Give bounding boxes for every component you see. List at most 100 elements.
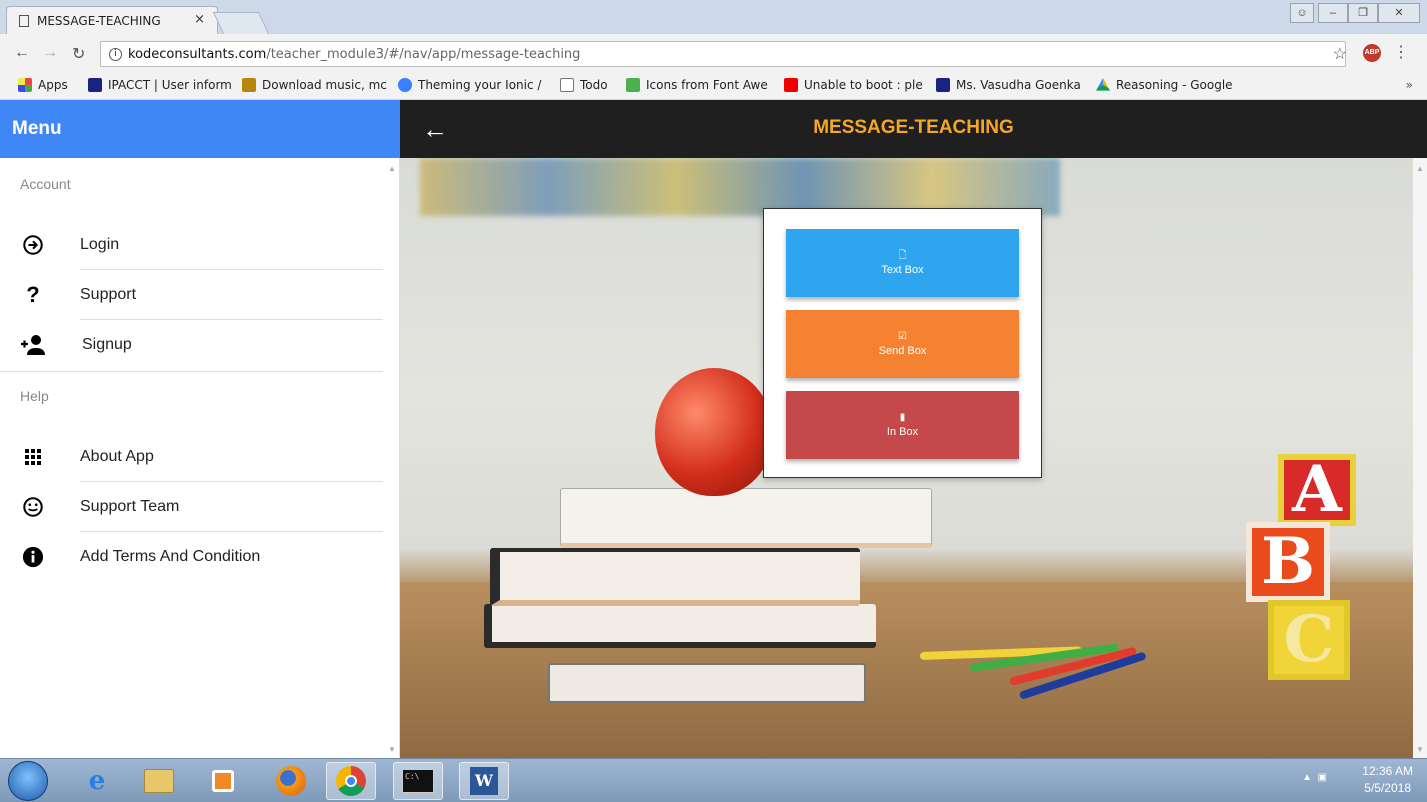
- scroll-up-icon[interactable]: ▲: [388, 164, 396, 173]
- bookmark-theming-ionic[interactable]: Theming your Ionic /: [398, 78, 541, 92]
- send-box-button[interactable]: ☑ Send Box: [786, 310, 1019, 378]
- block-a: A: [1278, 454, 1356, 526]
- book-top: [560, 488, 932, 548]
- browser-tabbar: MESSAGE-TEACHING × ☺ – ❐ ✕: [0, 0, 1427, 34]
- media-player-icon[interactable]: [198, 762, 248, 800]
- app-header: ← MESSAGE-TEACHING: [400, 100, 1427, 158]
- forward-arrow-icon[interactable]: →: [42, 44, 58, 62]
- back-arrow-icon[interactable]: ←: [14, 44, 30, 62]
- ionic-icon: [398, 78, 412, 92]
- scroll-up-icon[interactable]: ▲: [1416, 164, 1424, 173]
- bookmark-reasoning[interactable]: Reasoning - Google: [1096, 78, 1233, 92]
- menu-item-label: Signup: [82, 336, 132, 353]
- book-middle: [490, 548, 860, 606]
- menu-item-label: Support Team: [80, 498, 180, 515]
- in-box-button[interactable]: ▮ In Box: [786, 391, 1019, 459]
- section-help-label: Help: [20, 388, 49, 404]
- file-explorer-icon[interactable]: [134, 762, 184, 800]
- info-icon: [20, 544, 46, 570]
- user-icon[interactable]: ☺: [1290, 3, 1314, 23]
- button-label: Send Box: [878, 345, 927, 357]
- minimize-button[interactable]: –: [1318, 3, 1348, 23]
- more-bookmarks-icon[interactable]: »: [1406, 78, 1413, 92]
- word-icon[interactable]: W: [459, 762, 509, 800]
- tab-title: MESSAGE-TEACHING: [37, 13, 161, 28]
- star-icon[interactable]: ☆: [1333, 44, 1347, 64]
- menu-item-support-team[interactable]: Support Team: [0, 482, 383, 532]
- bookmark-font-awesome[interactable]: Icons from Font Awe: [626, 78, 768, 92]
- divider: [0, 371, 383, 372]
- menu-item-terms[interactable]: Add Terms And Condition: [0, 532, 383, 582]
- url-domain: kodeconsultants.com: [128, 46, 267, 62]
- address-bar-row: ← → ↻ i kodeconsultants.com /teacher_mod…: [0, 34, 1427, 72]
- page-icon: [19, 14, 29, 27]
- internet-explorer-icon[interactable]: e: [72, 762, 122, 800]
- adblock-icon[interactable]: ABP: [1363, 44, 1381, 62]
- section-account-label: Account: [20, 176, 71, 192]
- menu-kebab-icon[interactable]: ⋮: [1393, 42, 1409, 62]
- browser-tab[interactable]: MESSAGE-TEACHING ×: [6, 6, 218, 34]
- block-b: B: [1246, 522, 1330, 602]
- login-icon: [20, 232, 46, 258]
- checkbox-icon: ☑: [898, 331, 907, 342]
- menu-header: Menu: [0, 100, 400, 158]
- system-clock[interactable]: 12:36 AM 5/5/2018: [1362, 763, 1413, 797]
- menu-item-label: Login: [80, 236, 120, 253]
- menu-item-signup[interactable]: Signup: [0, 320, 383, 370]
- book-bottom: [548, 663, 866, 703]
- new-tab-button[interactable]: [212, 12, 270, 34]
- reload-icon[interactable]: ↻: [72, 44, 85, 64]
- close-window-button[interactable]: ✕: [1378, 3, 1420, 23]
- menu-item-label: About App: [80, 448, 154, 465]
- close-tab-icon[interactable]: ×: [194, 12, 205, 27]
- menu-item-support[interactable]: ? Support: [0, 270, 383, 320]
- page-icon: [560, 78, 574, 92]
- smile-icon: [20, 494, 46, 520]
- firefox-icon[interactable]: [266, 762, 316, 800]
- bookmark-todo[interactable]: Todo: [560, 78, 608, 92]
- apps-grid-icon: [18, 78, 32, 92]
- block-c: C: [1268, 600, 1350, 680]
- windows-start-button[interactable]: [8, 761, 48, 801]
- apple: [655, 368, 773, 496]
- bookmark-ipacct[interactable]: IPACCT | User inform: [88, 78, 232, 92]
- windows-taskbar: e C:\ W ▲ ▣ 12:36 AM 5/5/2018: [0, 758, 1427, 802]
- info-icon[interactable]: i: [109, 47, 122, 61]
- chrome-icon[interactable]: [326, 762, 376, 800]
- scroll-down-icon[interactable]: ▼: [388, 745, 396, 754]
- menu-item-about-app[interactable]: About App: [0, 432, 383, 482]
- bookmark-download-music[interactable]: Download music, mc: [242, 78, 387, 92]
- sidebar-scrollbar[interactable]: ▲ ▼: [385, 158, 399, 758]
- document-icon: 🗋: [898, 250, 907, 261]
- button-label: In Box: [886, 426, 919, 438]
- bookmark-vasudha[interactable]: Ms. Vasudha Goenka: [936, 78, 1081, 92]
- book-lower: [484, 604, 876, 648]
- p-icon: [936, 78, 950, 92]
- button-label: Text Box: [881, 264, 924, 276]
- menu-title: Menu: [12, 118, 62, 139]
- menu-item-label: Support: [80, 286, 137, 303]
- person-add-icon: [20, 332, 46, 358]
- menu-item-label: Add Terms And Condition: [80, 548, 261, 565]
- apps-icon: [20, 444, 46, 470]
- bookmark-apps[interactable]: Apps: [18, 78, 68, 92]
- w3-icon: [626, 78, 640, 92]
- bookmark-unable-to-boot[interactable]: Unable to boot : ple: [784, 78, 923, 92]
- restore-button[interactable]: ❐: [1348, 3, 1378, 23]
- system-tray-icons[interactable]: ▲ ▣: [1302, 772, 1327, 783]
- message-options-card: 🗋 Text Box ☑ Send Box ▮ In Box: [763, 208, 1042, 478]
- scroll-down-icon[interactable]: ▼: [1416, 745, 1424, 754]
- bookmarks-bar: Apps IPACCT | User inform Download music…: [0, 72, 1427, 100]
- content-scrollbar[interactable]: ▲ ▼: [1413, 158, 1427, 758]
- url-path: /teacher_module3/#/nav/app/message-teach…: [266, 46, 581, 62]
- url-input[interactable]: i kodeconsultants.com /teacher_module3/#…: [100, 41, 1346, 67]
- clock-date: 5/5/2018: [1364, 781, 1411, 795]
- command-prompt-icon[interactable]: C:\: [393, 762, 443, 800]
- menu-item-login[interactable]: Login: [0, 220, 383, 270]
- drive-icon: [1096, 78, 1110, 91]
- chat-icon: ▮: [899, 412, 906, 423]
- ip-logo-icon: [88, 78, 102, 92]
- music-icon: [242, 78, 256, 92]
- clock-time: 12:36 AM: [1362, 764, 1413, 778]
- text-box-button[interactable]: 🗋 Text Box: [786, 229, 1019, 297]
